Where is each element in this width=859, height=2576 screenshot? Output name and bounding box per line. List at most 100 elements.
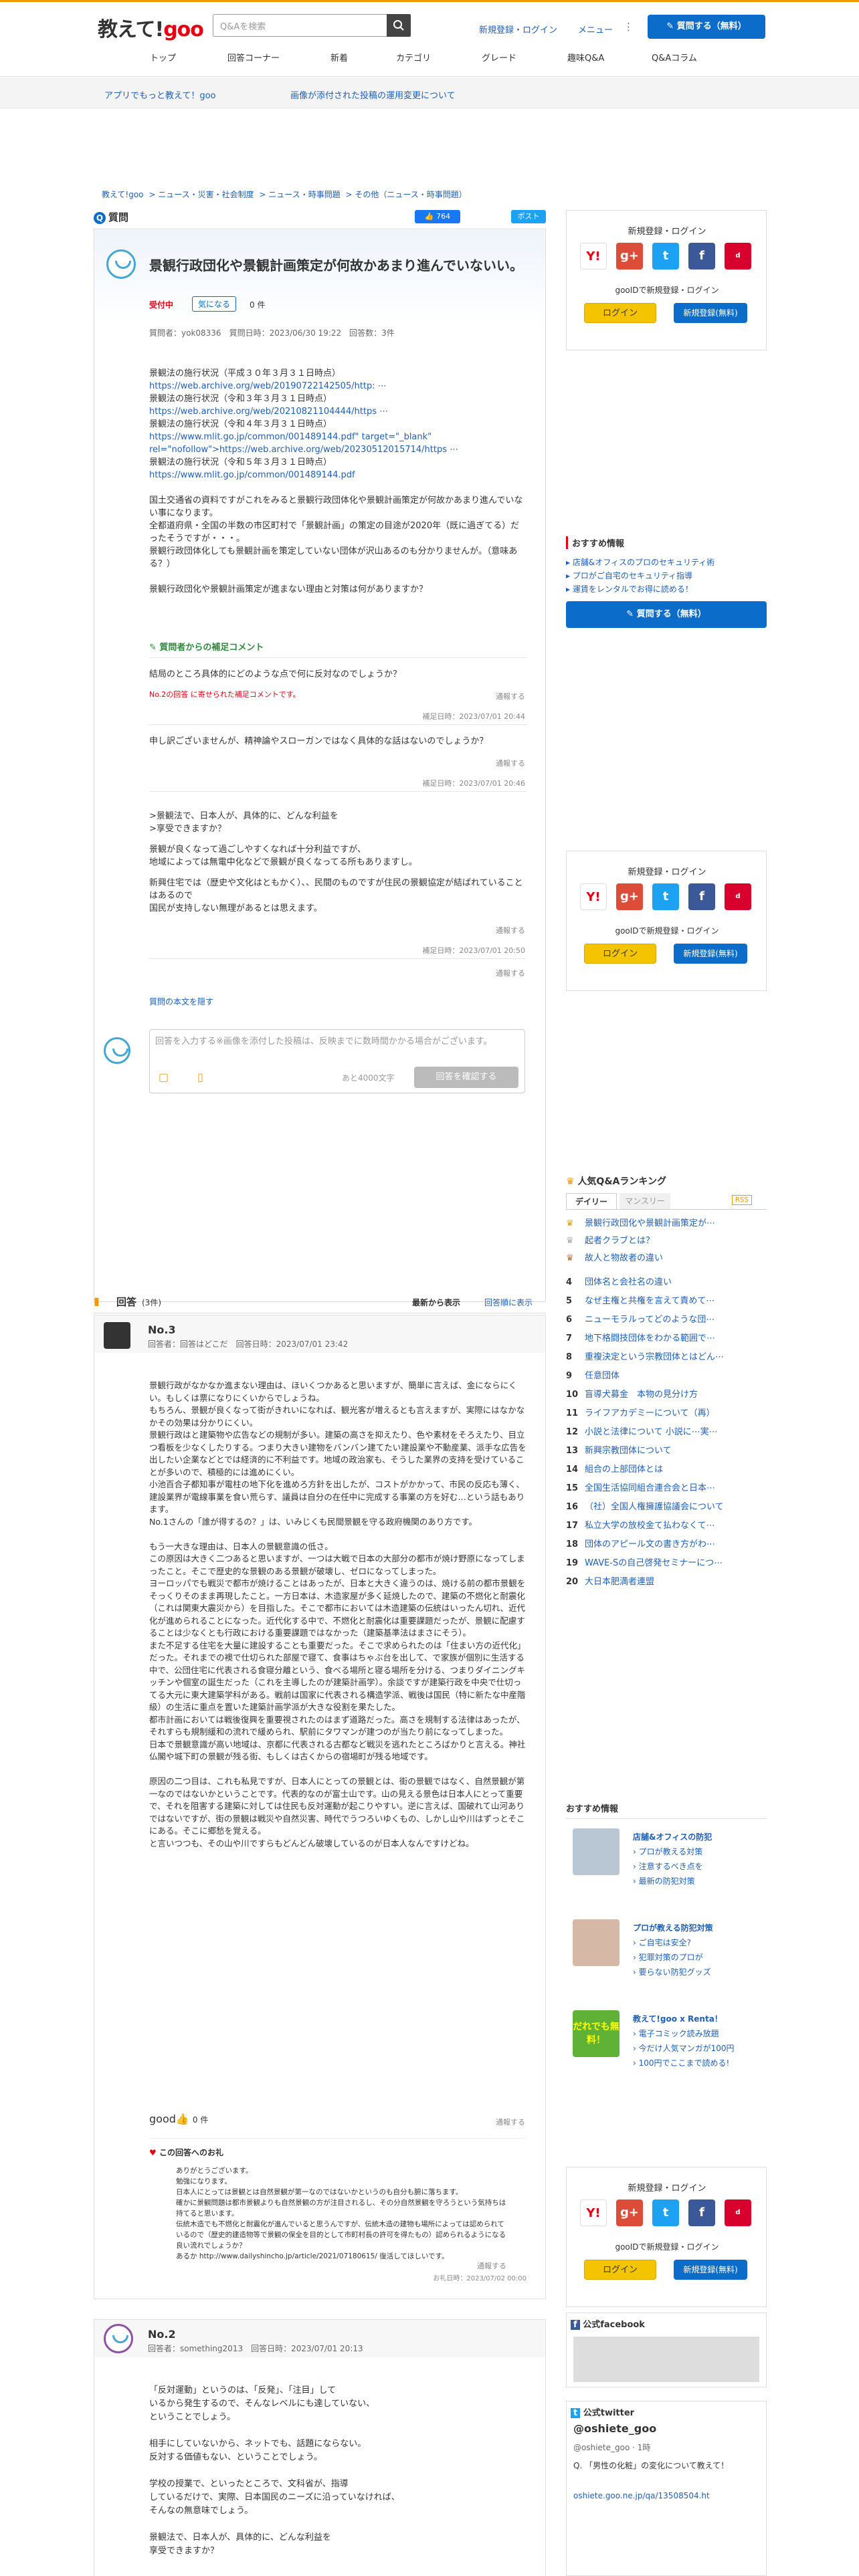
attach-icon[interactable]: ▯ [197, 1071, 203, 1083]
recommend-link[interactable]: ▸ プロがご自宅のセキュリティ指導 [566, 569, 767, 582]
docomo-icon[interactable]: d [725, 243, 751, 270]
report-link[interactable]: 通報する [496, 691, 525, 702]
info-link[interactable]: › 100円でここまで読める! [633, 2056, 735, 2070]
login-button[interactable]: ログイン [584, 2260, 656, 2280]
yahoo-icon[interactable]: Y! [580, 2199, 607, 2226]
ad-image[interactable] [573, 1828, 619, 1875]
ranking-item[interactable]: 4 団体名と会社名の違い [566, 1275, 672, 1287]
report-link[interactable]: 通報する [496, 925, 525, 936]
info-link[interactable]: › ご自宅は安全? [633, 1935, 713, 1950]
google-icon[interactable]: g+ [616, 243, 643, 270]
login-button[interactable]: ログイン [584, 303, 656, 323]
goo-logo[interactable]: 教えて!goo [98, 13, 204, 42]
hide-body-link[interactable]: 質問の本文を隠す [149, 996, 527, 1008]
tweet-link[interactable]: oshiete.goo.ne.jp/qa/13508504.ht [573, 2491, 759, 2500]
sort-order[interactable]: 回答順に表示 [484, 1297, 533, 1308]
info-link[interactable]: › 最新の防犯対策 [633, 1874, 712, 1889]
twitter-account[interactable]: @oshiete_goo [573, 2422, 759, 2435]
facebook-icon[interactable]: f [688, 883, 715, 910]
docomo-icon[interactable]: d [725, 2199, 751, 2226]
twitter-icon[interactable]: t [652, 883, 679, 910]
info-link[interactable]: › 今だけ人気マンガが100円 [633, 2041, 735, 2056]
facebook-icon[interactable]: f [688, 2199, 715, 2226]
breadcrumb-item[interactable]: ニュース・災害・社会制度 [158, 190, 254, 199]
ranking-item[interactable]: 15 全国生活協同組合連合会と日本⋯ [566, 1481, 715, 1493]
app-link[interactable]: アプリでもっと教えて！goo [104, 88, 216, 101]
good-button[interactable]: good👍 0 件 [149, 2113, 208, 2125]
twitter-icon[interactable]: t [652, 243, 679, 270]
tab-daily[interactable]: デイリー [566, 1193, 617, 1209]
question-link[interactable]: https://web.archive.org/web/202108211044… [149, 405, 527, 418]
questioner-avatar[interactable] [106, 249, 136, 279]
search-input[interactable]: Q&Aを検索 [213, 14, 411, 37]
ranking-item[interactable]: 11 ライフアカデミーについて（再） [566, 1406, 715, 1418]
free-badge[interactable]: だれでも無料！ [573, 2010, 619, 2057]
register-button[interactable]: 新規登録(無料) [674, 944, 747, 964]
ranking-item[interactable]: 10 盲導犬募金 本物の見分け方 [566, 1387, 698, 1400]
answerer-avatar[interactable] [104, 1322, 130, 1349]
ad-image[interactable] [573, 1919, 619, 1966]
ranking-item[interactable]: ♛ 故人と物故者の違い [566, 1251, 663, 1263]
question-link[interactable]: https://web.archive.org/web/201907221425… [149, 380, 527, 393]
recommend-link[interactable]: ▸ 店舗&オフィスのプロのセキュリティ術 [566, 556, 767, 569]
follow-button[interactable]: 気になる [192, 296, 237, 312]
info-head[interactable]: 店舗&オフィスの防犯 [633, 1830, 712, 1844]
ranking-item[interactable]: 14 組合の上部団体とは [566, 1462, 663, 1475]
image-icon[interactable]: ▢ [159, 1071, 169, 1083]
ranking-item[interactable]: ♛ 起者クラブとは？ [566, 1233, 654, 1246]
nav-category[interactable]: カテゴリ [396, 51, 431, 64]
info-link[interactable]: › プロが教える対策 [633, 1844, 712, 1859]
search-button[interactable] [387, 14, 411, 37]
report-link[interactable]: 通報する [496, 758, 525, 768]
tab-monthly[interactable]: マンスリー [619, 1193, 670, 1209]
breadcrumb-item[interactable]: ニュース・時事問題 [268, 190, 340, 199]
register-button[interactable]: 新規登録(無料) [674, 303, 747, 323]
header-ask-button[interactable]: ✎ 質問する（無料） [648, 15, 765, 39]
ranking-item[interactable]: 18 団体のアピール文の書き方がわ⋯ [566, 1537, 715, 1549]
yahoo-icon[interactable]: Y! [580, 883, 607, 910]
ranking-item[interactable]: 19 WAVE-Sの自己啓発セミナーにつ⋯ [566, 1555, 723, 1568]
question-link[interactable]: https://www.mlit.go.jp/common/001489144.… [149, 469, 527, 481]
header-register-link[interactable]: 新規登録・ログイン [479, 23, 557, 35]
tweet-button[interactable]: ポスト [511, 210, 546, 223]
login-button[interactable]: ログイン [584, 944, 656, 964]
supplement-note[interactable]: No.2の回答 に寄せられた補足コメントです。 [149, 688, 527, 701]
report-link[interactable]: 通報する [477, 2260, 506, 2271]
info-link[interactable]: › 電子コミック読み放題 [633, 2026, 735, 2041]
ranking-item[interactable]: 9 任意団体 [566, 1368, 619, 1381]
ranking-item[interactable]: 12 小説と法律について 小説に⋯実⋯ [566, 1424, 718, 1437]
facebook-icon[interactable]: f [688, 243, 715, 270]
ranking-item[interactable]: 20 大日本肥満者連盟 [566, 1574, 654, 1587]
ranking-item[interactable]: 8 重複決定という宗教団体とはどん⋯ [566, 1350, 724, 1362]
tweet-handle[interactable]: @oshiete_goo · 1時 [573, 2442, 759, 2453]
ranking-item[interactable]: 16 （社）全国人権擁護協議会について [566, 1499, 724, 1512]
info-head[interactable]: プロが教える防犯対策 [633, 1921, 713, 1935]
google-icon[interactable]: g+ [616, 2199, 643, 2226]
question-link[interactable]: https://www.mlit.go.jp/common/001489144.… [149, 431, 527, 456]
breadcrumb-item[interactable]: 教えて!goo [102, 190, 144, 199]
ranking-item[interactable]: 17 私立大学の放校金て払わなくて⋯ [566, 1518, 715, 1531]
register-button[interactable]: 新規登録(無料) [674, 2260, 747, 2280]
header-menu-link[interactable]: メニュー [578, 23, 613, 35]
report-link[interactable]: 通報する [496, 2117, 525, 2127]
rss-button[interactable]: RSS [732, 1195, 752, 1205]
notice-link[interactable]: 画像が添付された投稿の運用変更について [290, 88, 456, 101]
nav-answer-corner[interactable]: 回答コーナー [227, 51, 280, 64]
nav-new[interactable]: 新着 [330, 51, 348, 64]
recommend-link[interactable]: ▸ 運賃をレンタルでお得に読める！ [566, 582, 767, 596]
info-link[interactable]: › 犯罪対策のプロが [633, 1950, 713, 1965]
ranking-item[interactable]: 7 地下格闘技団体をわかる範囲で⋯ [566, 1331, 715, 1344]
facebook-widget[interactable] [573, 2337, 759, 2382]
nav-qa-column[interactable]: Q&Aコラム [652, 51, 697, 64]
google-icon[interactable]: g+ [616, 883, 643, 910]
sidebar-ask-button[interactable]: ✎ 質問する（無料） [566, 601, 767, 628]
info-link[interactable]: › 要らない防犯グッズ [633, 1965, 713, 1979]
ranking-item[interactable]: 13 新興宗教団体について [566, 1443, 672, 1456]
answer-confirm-button[interactable]: 回答を確認する [414, 1067, 518, 1088]
nav-top[interactable]: トップ [150, 51, 176, 64]
nav-grade[interactable]: グレード [482, 51, 516, 64]
yahoo-icon[interactable]: Y! [580, 243, 607, 270]
docomo-icon[interactable]: d [725, 883, 751, 910]
nav-hobby-qa[interactable]: 趣味Q&A [567, 51, 604, 64]
twitter-icon[interactable]: t [652, 2199, 679, 2226]
